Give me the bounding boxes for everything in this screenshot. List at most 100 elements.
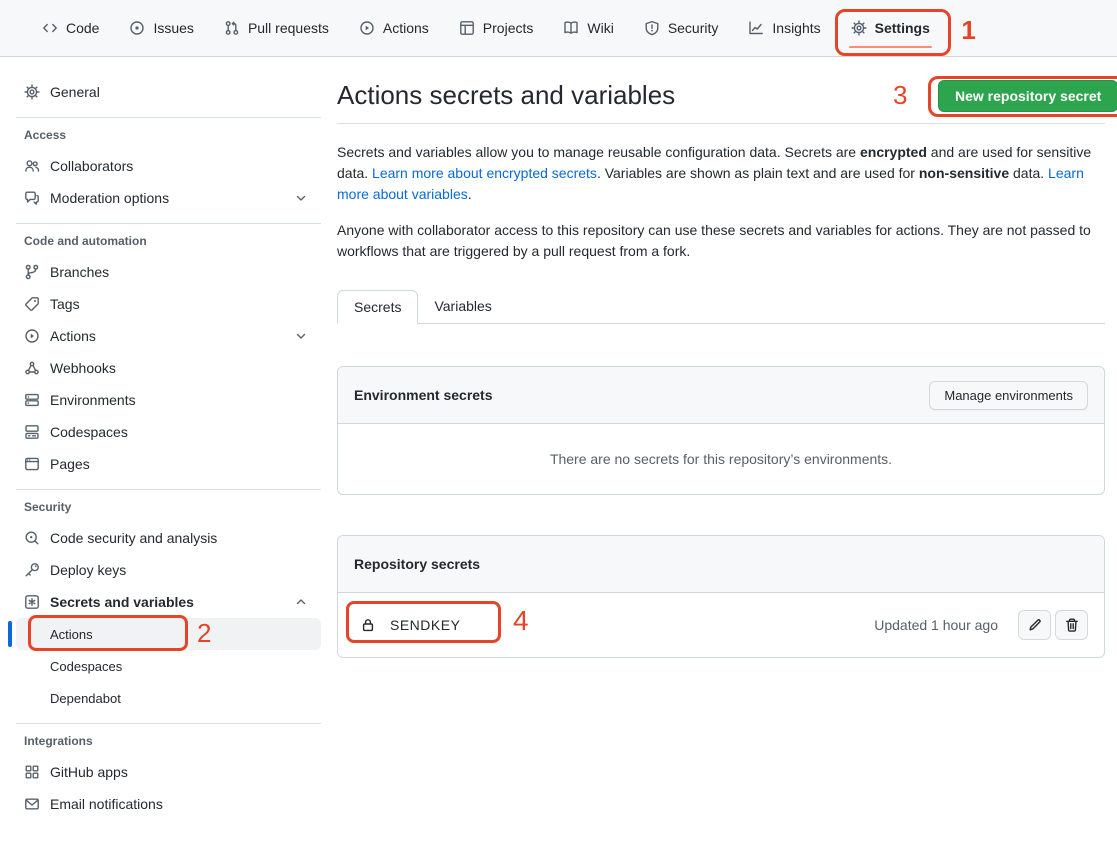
section-title-integrations: Integrations <box>0 734 337 748</box>
card-title: Environment secrets <box>354 387 493 403</box>
sidebar-item-moderation-options[interactable]: Moderation options <box>0 182 337 214</box>
tab-label: Projects <box>483 20 534 36</box>
chevron-down-icon <box>293 328 309 344</box>
github-settings-page: Code Issues Pull requests Actions Projec… <box>0 0 1117 867</box>
sidebar-item-code-security[interactable]: Code security and analysis <box>0 522 337 554</box>
tab-label: Code <box>66 20 99 36</box>
annotation-number-1: 1 <box>961 17 975 43</box>
graph-icon <box>748 20 764 36</box>
sidebar-item-tags[interactable]: Tags <box>0 288 337 320</box>
environment-secrets-header: Environment secrets Manage environments <box>338 367 1104 424</box>
sidebar-subitem-codespaces[interactable]: Codespaces <box>0 650 337 682</box>
delete-secret-button[interactable] <box>1055 610 1088 640</box>
link-encrypted-secrets[interactable]: Learn more about encrypted secrets <box>372 165 597 181</box>
selected-indicator <box>8 621 12 647</box>
tag-icon <box>24 296 40 312</box>
sidebar-item-label: GitHub apps <box>50 764 128 780</box>
repository-secrets-card: Repository secrets SENDKEY 4 Updated 1 h… <box>337 535 1105 658</box>
divider <box>16 489 321 490</box>
tab-projects[interactable]: Projects <box>451 0 542 56</box>
tab-label: Issues <box>153 20 193 36</box>
description-paragraph-2: Anyone with collaborator access to this … <box>337 220 1105 262</box>
sidebar-item-branches[interactable]: Branches <box>0 256 337 288</box>
repository-secrets-header: Repository secrets <box>338 536 1104 593</box>
secret-name-group: SENDKEY <box>354 617 460 633</box>
sidebar-item-environments[interactable]: Environments <box>0 384 337 416</box>
section-title-security: Security <box>0 500 337 514</box>
gear-icon <box>851 20 867 36</box>
new-repository-secret-button[interactable]: New repository secret <box>938 80 1117 112</box>
server-icon <box>24 392 40 408</box>
edit-secret-button[interactable] <box>1018 610 1051 640</box>
sidebar-item-label: Codespaces <box>50 659 122 674</box>
sidebar-item-actions[interactable]: Actions <box>0 320 337 352</box>
environment-secrets-card: Environment secrets Manage environments … <box>337 366 1105 495</box>
tab-security[interactable]: Security <box>636 0 727 56</box>
webhook-icon <box>24 360 40 376</box>
codespaces-icon <box>24 424 40 440</box>
lock-icon <box>360 617 376 633</box>
section-title-access: Access <box>0 128 337 142</box>
sidebar-item-label: Webhooks <box>50 360 116 376</box>
card-title: Repository secrets <box>354 556 480 572</box>
apps-grid-icon <box>24 764 40 780</box>
text-non-sensitive: non-sensitive <box>919 165 1009 181</box>
sidebar-item-collaborators[interactable]: Collaborators <box>0 150 337 182</box>
sidebar-item-label: General <box>50 84 100 100</box>
sidebar-item-github-apps[interactable]: GitHub apps <box>0 756 337 788</box>
sidebar-item-codespaces[interactable]: Codespaces <box>0 416 337 448</box>
environment-secrets-empty-text: There are no secrets for this repository… <box>338 424 1104 494</box>
sidebar-item-label: Moderation options <box>50 190 169 206</box>
sidebar-item-label: Tags <box>50 296 80 312</box>
divider <box>16 117 321 118</box>
sidebar-item-email-notifications[interactable]: Email notifications <box>0 788 337 820</box>
tab-wiki[interactable]: Wiki <box>555 0 621 56</box>
sidebar-item-webhooks[interactable]: Webhooks <box>0 352 337 384</box>
sidebar-item-general[interactable]: General <box>0 76 337 108</box>
browser-icon <box>24 456 40 472</box>
text: . <box>468 186 472 202</box>
play-icon <box>24 328 40 344</box>
secret-row-sendkey: SENDKEY 4 Updated 1 hour ago <box>338 593 1104 657</box>
sidebar-item-label: Actions <box>50 328 96 344</box>
annotation-number-2: 2 <box>197 620 211 646</box>
tab-actions[interactable]: Actions <box>351 0 437 56</box>
main-content: Actions secrets and variables Secrets an… <box>337 57 1105 658</box>
tab-label: Settings <box>875 20 930 36</box>
tab-code[interactable]: Code <box>34 0 107 56</box>
table-icon <box>459 20 475 36</box>
pencil-icon <box>1027 617 1043 633</box>
tab-variables[interactable]: Variables <box>418 290 507 323</box>
tab-label: Wiki <box>587 20 613 36</box>
tab-label: Insights <box>772 20 820 36</box>
tab-secrets[interactable]: Secrets <box>337 290 418 324</box>
trash-icon <box>1064 617 1080 633</box>
sidebar-subitem-dependabot[interactable]: Dependabot <box>0 682 337 714</box>
divider <box>16 223 321 224</box>
sidebar-subitem-actions[interactable]: Actions 2 <box>16 618 321 650</box>
tab-settings[interactable]: Settings 1 <box>843 0 938 56</box>
repo-tab-nav: Code Issues Pull requests Actions Projec… <box>0 0 1117 57</box>
people-icon <box>24 158 40 174</box>
comment-discussion-icon <box>24 190 40 206</box>
secret-name: SENDKEY <box>390 617 460 633</box>
sidebar-item-label: Environments <box>50 392 136 408</box>
sidebar-item-label: Pages <box>50 456 90 472</box>
gear-icon <box>24 84 40 100</box>
sidebar-item-label: Actions <box>50 627 93 642</box>
sidebar-item-label: Codespaces <box>50 424 128 440</box>
issue-opened-icon <box>129 20 145 36</box>
text-encrypted: encrypted <box>860 144 927 160</box>
manage-environments-button[interactable]: Manage environments <box>929 381 1088 410</box>
sidebar-item-deploy-keys[interactable]: Deploy keys <box>0 554 337 586</box>
text: Secrets and variables allow you to manag… <box>337 144 860 160</box>
sidebar-item-label: Dependabot <box>50 691 121 706</box>
sidebar-item-secrets-and-variables[interactable]: Secrets and variables <box>0 586 337 618</box>
tab-insights[interactable]: Insights <box>740 0 828 56</box>
tab-issues[interactable]: Issues <box>121 0 201 56</box>
tab-pull-requests[interactable]: Pull requests <box>216 0 337 56</box>
divider <box>16 723 321 724</box>
sidebar-item-label: Email notifications <box>50 796 163 812</box>
sidebar-item-pages[interactable]: Pages <box>0 448 337 480</box>
chevron-down-icon <box>293 190 309 206</box>
